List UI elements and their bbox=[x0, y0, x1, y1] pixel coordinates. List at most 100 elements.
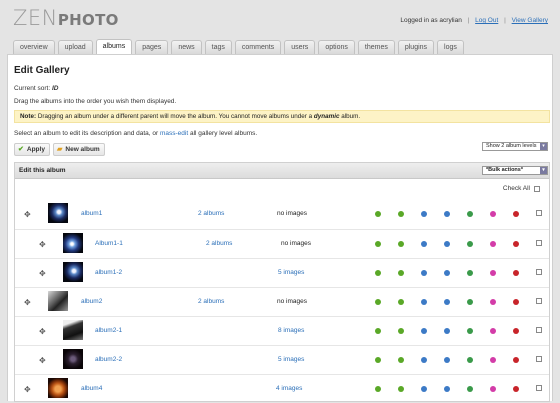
row-checkbox[interactable] bbox=[536, 356, 542, 362]
tab-plugins[interactable]: plugins bbox=[397, 40, 435, 54]
published-icon[interactable] bbox=[375, 270, 381, 276]
comments-icon[interactable] bbox=[398, 270, 404, 276]
delete-icon[interactable] bbox=[513, 241, 519, 247]
drag-handle-icon[interactable]: ✥ bbox=[24, 210, 31, 219]
drag-handle-icon[interactable]: ✥ bbox=[24, 385, 31, 394]
tab-users[interactable]: users bbox=[284, 40, 316, 54]
album-name-link[interactable]: album1-2 bbox=[95, 269, 122, 276]
refresh-icon[interactable] bbox=[444, 299, 450, 305]
comments-icon[interactable] bbox=[398, 357, 404, 363]
reset-hits-icon[interactable] bbox=[467, 270, 473, 276]
refresh-icon[interactable] bbox=[444, 386, 450, 392]
view-icon[interactable] bbox=[421, 211, 427, 217]
refresh-icon[interactable] bbox=[444, 211, 450, 217]
view-icon[interactable] bbox=[421, 386, 427, 392]
view-gallery-link[interactable]: View Gallery bbox=[512, 17, 548, 24]
published-icon[interactable] bbox=[375, 357, 381, 363]
tab-themes[interactable]: themes bbox=[357, 40, 395, 54]
delete-icon[interactable] bbox=[513, 357, 519, 363]
logout-link[interactable]: Log Out bbox=[475, 17, 498, 24]
view-icon[interactable] bbox=[421, 241, 427, 247]
album-name-link[interactable]: Album1-1 bbox=[95, 240, 123, 247]
album-thumbnail[interactable] bbox=[63, 233, 83, 253]
comments-icon[interactable] bbox=[398, 386, 404, 392]
album-name-link[interactable]: album4 bbox=[81, 385, 102, 392]
images-count[interactable]: 8 images bbox=[278, 327, 304, 334]
album-name-link[interactable]: album2-2 bbox=[95, 356, 122, 363]
tab-overview[interactable]: overview bbox=[13, 40, 55, 54]
bulk-actions-select[interactable]: *Bulk actions* ▾ bbox=[482, 166, 548, 175]
row-checkbox[interactable] bbox=[536, 240, 542, 246]
view-icon[interactable] bbox=[421, 270, 427, 276]
album-thumbnail[interactable] bbox=[63, 262, 83, 282]
comments-icon[interactable] bbox=[398, 328, 404, 334]
subalbums-link[interactable]: 2 albums bbox=[206, 240, 232, 247]
album-name-link[interactable]: album2-1 bbox=[95, 327, 122, 334]
delete-icon[interactable] bbox=[513, 211, 519, 217]
comments-icon[interactable] bbox=[398, 299, 404, 305]
view-icon[interactable] bbox=[421, 328, 427, 334]
delete-icon[interactable] bbox=[513, 386, 519, 392]
protected-icon[interactable] bbox=[490, 211, 496, 217]
tab-logs[interactable]: logs bbox=[437, 40, 464, 54]
protected-icon[interactable] bbox=[490, 270, 496, 276]
comments-icon[interactable] bbox=[398, 211, 404, 217]
album-name-link[interactable]: album1 bbox=[81, 210, 102, 217]
published-icon[interactable] bbox=[375, 386, 381, 392]
images-count[interactable]: 5 images bbox=[278, 269, 304, 276]
published-icon[interactable] bbox=[375, 328, 381, 334]
published-icon[interactable] bbox=[375, 299, 381, 305]
comments-icon[interactable] bbox=[398, 241, 404, 247]
apply-button[interactable]: ✔ Apply bbox=[14, 143, 50, 156]
protected-icon[interactable] bbox=[490, 357, 496, 363]
tab-options[interactable]: options bbox=[318, 40, 355, 54]
album-levels-select[interactable]: Show 2 album levels ▾ bbox=[482, 142, 548, 151]
tab-upload[interactable]: upload bbox=[57, 40, 93, 54]
reset-hits-icon[interactable] bbox=[467, 386, 473, 392]
delete-icon[interactable] bbox=[513, 270, 519, 276]
view-icon[interactable] bbox=[421, 357, 427, 363]
album-thumbnail[interactable] bbox=[63, 320, 83, 340]
row-checkbox[interactable] bbox=[536, 210, 542, 216]
mass-edit-link[interactable]: mass-edit bbox=[160, 130, 188, 137]
protected-icon[interactable] bbox=[490, 386, 496, 392]
row-checkbox[interactable] bbox=[536, 269, 542, 275]
protected-icon[interactable] bbox=[490, 241, 496, 247]
album-thumbnail[interactable] bbox=[48, 378, 68, 398]
tab-news[interactable]: news bbox=[171, 40, 202, 54]
published-icon[interactable] bbox=[375, 211, 381, 217]
album-name-link[interactable]: album2 bbox=[81, 298, 102, 305]
subalbums-link[interactable]: 2 albums bbox=[198, 210, 224, 217]
refresh-icon[interactable] bbox=[444, 357, 450, 363]
album-thumbnail[interactable] bbox=[48, 203, 68, 223]
tab-comments[interactable]: comments bbox=[234, 40, 282, 54]
drag-handle-icon[interactable]: ✥ bbox=[24, 298, 31, 307]
new-album-button[interactable]: ▰ New album bbox=[53, 143, 105, 156]
refresh-icon[interactable] bbox=[444, 328, 450, 334]
delete-icon[interactable] bbox=[513, 299, 519, 305]
drag-handle-icon[interactable]: ✥ bbox=[39, 240, 46, 249]
reset-hits-icon[interactable] bbox=[467, 328, 473, 334]
tab-albums[interactable]: albums bbox=[95, 39, 133, 54]
refresh-icon[interactable] bbox=[444, 241, 450, 247]
reset-hits-icon[interactable] bbox=[467, 299, 473, 305]
reset-hits-icon[interactable] bbox=[467, 357, 473, 363]
reset-hits-icon[interactable] bbox=[467, 241, 473, 247]
refresh-icon[interactable] bbox=[444, 270, 450, 276]
album-thumbnail[interactable] bbox=[63, 349, 83, 369]
protected-icon[interactable] bbox=[490, 328, 496, 334]
check-all-checkbox[interactable] bbox=[534, 185, 540, 192]
delete-icon[interactable] bbox=[513, 328, 519, 334]
zenphoto-logo[interactable]: ZENPHOTO bbox=[13, 6, 119, 30]
protected-icon[interactable] bbox=[490, 299, 496, 305]
view-icon[interactable] bbox=[421, 299, 427, 305]
tab-pages[interactable]: pages bbox=[135, 40, 169, 54]
drag-handle-icon[interactable]: ✥ bbox=[39, 327, 46, 336]
images-count[interactable]: 5 images bbox=[278, 356, 304, 363]
drag-handle-icon[interactable]: ✥ bbox=[39, 356, 46, 365]
drag-handle-icon[interactable]: ✥ bbox=[39, 269, 46, 278]
row-checkbox[interactable] bbox=[536, 385, 542, 391]
subalbums-link[interactable]: 2 albums bbox=[198, 298, 224, 305]
row-checkbox[interactable] bbox=[536, 298, 542, 304]
images-count[interactable]: 4 images bbox=[276, 385, 302, 392]
